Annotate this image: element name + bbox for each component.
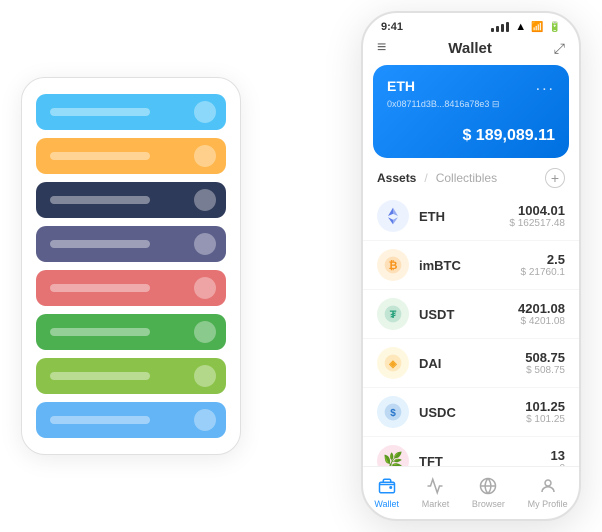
svg-text:₿: ₿ [389,260,398,272]
eth-balance: $ 189,089.11 [387,120,555,146]
tft-icon: 🌿 [377,445,409,466]
asset-name: TFT [419,454,541,467]
hamburger-icon[interactable]: ≡ [377,39,386,57]
list-item[interactable] [36,94,226,130]
usdt-icon: ₮ [377,298,409,330]
table-row[interactable]: ₿ imBTC 2.5 $ 21760.1 [363,241,579,290]
nav-browser-label: Browser [472,499,505,509]
asset-name: imBTC [419,258,511,273]
table-row[interactable]: ₮ USDT 4201.08 $ 4201.08 [363,290,579,339]
dai-icon: ◈ [377,347,409,379]
status-bar: 9:41 ▲ 📶 🔋 [363,13,579,33]
list-item[interactable] [36,226,226,262]
asset-name: DAI [419,356,515,371]
asset-amount: 101.25 [525,399,565,414]
phone-header: ≡ Wallet ⤢ [363,33,579,65]
asset-amounts: 2.5 $ 21760.1 [521,252,566,278]
phone: 9:41 ▲ 📶 🔋 ≡ Wallet ⤢ ETH [361,11,581,521]
asset-name: USDT [419,307,508,322]
asset-amount: 13 [551,448,565,463]
table-row[interactable]: $ USDC 101.25 $ 101.25 [363,388,579,437]
asset-amount: 1004.01 [509,203,565,218]
svg-text:₮: ₮ [390,309,397,321]
assets-tabs: Assets / Collectibles [377,171,497,185]
expand-icon[interactable]: ⤢ [554,40,565,57]
card-stack [21,77,241,455]
asset-usd: $ 21760.1 [521,267,566,278]
nav-profile[interactable]: My Profile [528,475,568,509]
svg-text:◈: ◈ [388,359,397,370]
table-row[interactable]: 🌿 TFT 13 0 [363,437,579,466]
eth-icon [377,200,409,232]
eth-card[interactable]: ETH ... 0x08711d3B...8416a78e3 ⊟ $ 189,0… [373,65,569,158]
eth-balance-value: 189,089.11 [476,127,555,144]
asset-amounts: 4201.08 $ 4201.08 [518,301,565,327]
asset-usd: $ 101.25 [525,414,565,425]
bottom-nav: Wallet Market Browser My Profile [363,466,579,519]
nav-market[interactable]: Market [422,475,450,509]
asset-amounts: 1004.01 $ 162517.48 [509,203,565,229]
usdc-icon: $ [377,396,409,428]
asset-amount: 4201.08 [518,301,565,316]
list-item[interactable] [36,314,226,350]
list-item[interactable] [36,358,226,394]
nav-browser[interactable]: Browser [472,475,505,509]
asset-name: USDC [419,405,515,420]
eth-ticker: ETH [387,78,415,94]
table-row[interactable]: ◈ DAI 508.75 $ 508.75 [363,339,579,388]
asset-usd: $ 508.75 [525,365,565,376]
assets-header: Assets / Collectibles + [363,158,579,192]
page-title: Wallet [448,40,492,57]
list-item[interactable] [36,270,226,306]
profile-icon [537,475,559,497]
asset-amounts: 101.25 $ 101.25 [525,399,565,425]
asset-amounts: 508.75 $ 508.75 [525,350,565,376]
eth-more-icon[interactable]: ... [536,77,555,95]
browser-icon [477,475,499,497]
nav-wallet[interactable]: Wallet [374,475,399,509]
status-icons: ▲ 📶 🔋 [491,21,561,33]
eth-address: 0x08711d3B...8416a78e3 ⊟ [387,99,555,110]
table-row[interactable]: ETH 1004.01 $ 162517.48 [363,192,579,241]
list-item[interactable] [36,138,226,174]
add-asset-button[interactable]: + [545,168,565,188]
list-item[interactable] [36,182,226,218]
asset-usd: $ 162517.48 [509,218,565,229]
tab-collectibles[interactable]: Collectibles [436,171,497,185]
nav-wallet-label: Wallet [374,499,399,509]
scene: 9:41 ▲ 📶 🔋 ≡ Wallet ⤢ ETH [21,11,581,521]
nav-profile-label: My Profile [528,499,568,509]
svg-text:$: $ [390,408,396,419]
asset-amount: 2.5 [521,252,566,267]
asset-usd: $ 4201.08 [518,316,565,327]
asset-amounts: 13 0 [551,448,565,466]
asset-amount: 508.75 [525,350,565,365]
imbtc-icon: ₿ [377,249,409,281]
wallet-icon [376,475,398,497]
tab-separator: / [424,171,427,185]
tab-assets[interactable]: Assets [377,171,416,185]
eth-balance-prefix: $ [462,127,475,144]
market-icon [424,475,446,497]
nav-market-label: Market [422,499,450,509]
asset-name: ETH [419,209,499,224]
status-time: 9:41 [381,21,403,33]
asset-list: ETH 1004.01 $ 162517.48 ₿ imBTC 2.5 $ 21… [363,192,579,466]
list-item[interactable] [36,402,226,438]
